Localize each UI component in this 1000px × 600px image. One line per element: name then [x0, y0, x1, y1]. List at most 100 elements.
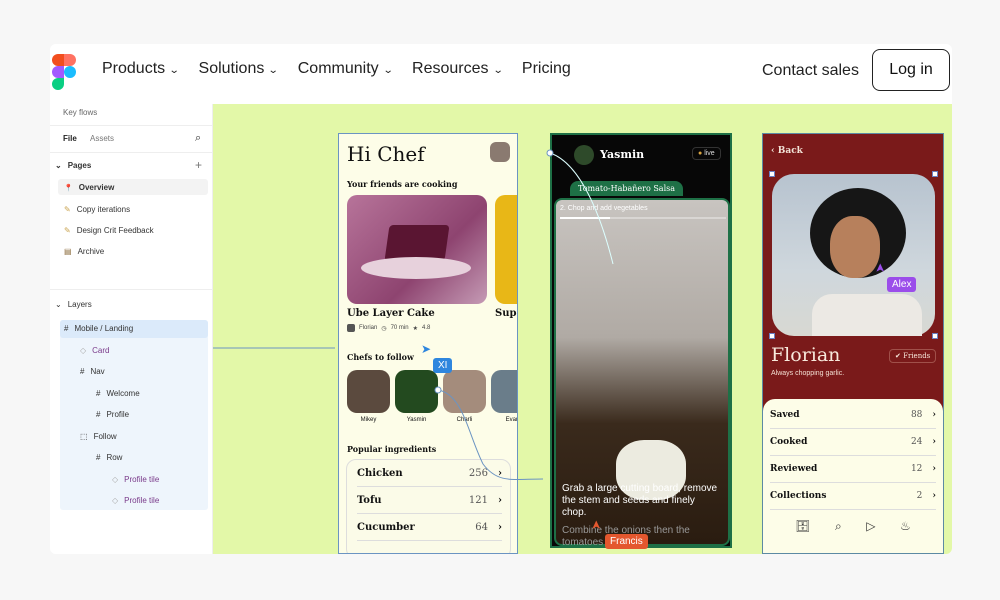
user-avatar[interactable]	[490, 142, 510, 162]
selection-handle[interactable]	[932, 171, 938, 177]
contact-sales-link[interactable]: Contact sales	[762, 62, 859, 80]
stat-row[interactable]: Saved 88 ›	[770, 402, 936, 429]
cursor-label-xi: XI	[433, 358, 453, 373]
add-page-icon[interactable]: +	[195, 158, 202, 172]
page-item-design-crit[interactable]: ✎ Design Crit Feedback	[64, 226, 154, 235]
search-icon[interactable]: ⌕	[835, 519, 842, 534]
play-icon[interactable]: ▷	[866, 519, 875, 534]
chevron-right-icon: ›	[932, 464, 936, 474]
screen-profile[interactable]: ‹ Back Florian Always chopping garlic. ✔…	[762, 133, 944, 554]
nav-solutions[interactable]: Solutions ⌄	[198, 60, 280, 78]
nav-community[interactable]: Community ⌄	[297, 60, 394, 78]
layer-item[interactable]: ◇ Profile tile	[112, 496, 159, 505]
login-button[interactable]: Log in	[872, 49, 950, 91]
chef-hat-icon[interactable]: ♨	[900, 519, 911, 534]
screen-live-cooking[interactable]: Yasmin ● live Tomato-Habañero Salsa 2. C…	[550, 133, 732, 548]
layers-label: Layers	[67, 300, 92, 309]
selection-handle[interactable]	[769, 333, 775, 339]
search-icon[interactable]: ⌕	[195, 132, 201, 145]
recipe-tab[interactable]: Tomato-Habañero Salsa	[570, 181, 684, 196]
chevron-right-icon: ›	[932, 491, 936, 501]
frame-icon: #	[64, 324, 69, 333]
nav-resources[interactable]: Resources ⌄	[412, 60, 503, 78]
stat-value: 12	[910, 464, 923, 474]
live-label: live	[704, 150, 715, 157]
archive-icon: ▤	[64, 247, 72, 256]
layer-item[interactable]: # Profile	[96, 410, 129, 419]
stat-row[interactable]: Collections 2 ›	[770, 483, 936, 510]
friends-badge[interactable]: ✔ Friends	[889, 349, 937, 363]
layers-section-header[interactable]: ⌄ Layers	[55, 300, 92, 309]
tab-assets[interactable]: Assets	[90, 134, 114, 143]
chevron-down-icon: ⌄	[55, 161, 62, 170]
layer-item[interactable]: ◇ Profile tile	[112, 475, 159, 484]
chefs-heading: Chefs to follow	[347, 352, 414, 362]
pages-section-header[interactable]: ⌄ Pages	[55, 161, 91, 170]
selection-handle[interactable]	[769, 171, 775, 177]
chevron-right-icon: ›	[498, 521, 502, 533]
chef-tile[interactable]	[347, 370, 390, 413]
group-icon: ⬚	[80, 432, 88, 441]
layer-item[interactable]: ◇ Card	[80, 346, 110, 355]
chef-name: Evan	[505, 417, 518, 423]
frame-icon: #	[96, 453, 101, 462]
component-icon: ◇	[80, 346, 87, 355]
chef-tile[interactable]	[491, 370, 517, 413]
top-nav: Products ⌄ Solutions ⌄ Community ⌄ Resource…	[50, 44, 952, 104]
stat-label: Reviewed	[770, 464, 818, 474]
page-label: Copy iterations	[76, 205, 131, 214]
design-canvas[interactable]: Hi Chef Your friends are cooking Ube Lay…	[213, 104, 952, 554]
chevron-down-icon: ⌄	[268, 64, 280, 76]
layer-item[interactable]: ⬚ Follow	[80, 432, 117, 441]
pantry-icon[interactable]: 🗄	[795, 519, 810, 534]
cursor-arrow-icon: ➤	[421, 342, 432, 356]
figma-logo[interactable]	[52, 54, 76, 90]
layer-item[interactable]: # Nav	[80, 367, 105, 376]
profile-photo[interactable]	[772, 174, 935, 336]
super-recipe-image[interactable]	[495, 195, 517, 304]
file-name: Key flows	[63, 108, 98, 117]
step-progress	[560, 217, 726, 219]
back-button[interactable]: ‹ Back	[771, 146, 803, 156]
chevron-right-icon: ›	[932, 410, 936, 420]
layer-item[interactable]: # Welcome	[96, 389, 140, 398]
recipe-meta: Florian ◷ 70 min ★ 4.8	[347, 324, 430, 332]
live-dot-icon: ●	[698, 150, 703, 157]
live-user-name: Yasmin	[600, 148, 645, 161]
ingredients-heading: Popular ingredients	[347, 444, 437, 454]
page-item-overview[interactable]: 📍 Overview	[64, 183, 114, 192]
frame-icon: #	[96, 410, 101, 419]
nav-pricing[interactable]: Pricing	[522, 60, 571, 78]
back-label: Back	[777, 146, 803, 156]
page-item-archive[interactable]: ▤ Archive	[64, 247, 104, 256]
layer-label: Profile tile	[124, 475, 160, 484]
chevron-down-icon: ⌄	[55, 300, 62, 309]
tab-file[interactable]: File	[63, 134, 77, 143]
nav-products[interactable]: Products ⌄	[102, 60, 180, 78]
ube-cake-image[interactable]	[347, 195, 487, 304]
layer-label: Mobile / Landing	[74, 324, 134, 333]
chef-tile[interactable]	[395, 370, 438, 413]
layer-item[interactable]: # Row	[96, 453, 122, 462]
recipe-time: 70 min	[390, 325, 409, 331]
stat-label: Saved	[770, 410, 800, 420]
step-label: 2. Chop and add vegetables	[560, 205, 648, 212]
chef-tile[interactable]	[443, 370, 486, 413]
selection-handle[interactable]	[932, 333, 938, 339]
ingredient-row[interactable]: Cucumber 64 ›	[357, 514, 502, 541]
layer-item[interactable]: # Mobile / Landing	[64, 324, 133, 333]
stat-row[interactable]: Cooked 24 ›	[770, 429, 936, 456]
ingredient-row[interactable]: Tofu 121 ›	[357, 487, 502, 514]
ingredient-row[interactable]: Chicken 256 ›	[357, 460, 502, 487]
cursor-label-alex: Alex	[887, 277, 917, 292]
stat-row[interactable]: Reviewed 12 ›	[770, 456, 936, 483]
ingredient-name: Cucumber	[357, 521, 415, 533]
pages-label: Pages	[67, 161, 92, 170]
page-item-copy-iterations[interactable]: ✎ Copy iterations	[64, 205, 130, 214]
page-label: Archive	[77, 247, 105, 256]
nav-label: Community	[297, 60, 379, 77]
chevron-right-icon: ›	[498, 494, 502, 506]
nav-label: Solutions	[198, 60, 265, 77]
recipe2-name: Super	[495, 308, 517, 319]
ingredient-count: 256	[468, 467, 488, 479]
